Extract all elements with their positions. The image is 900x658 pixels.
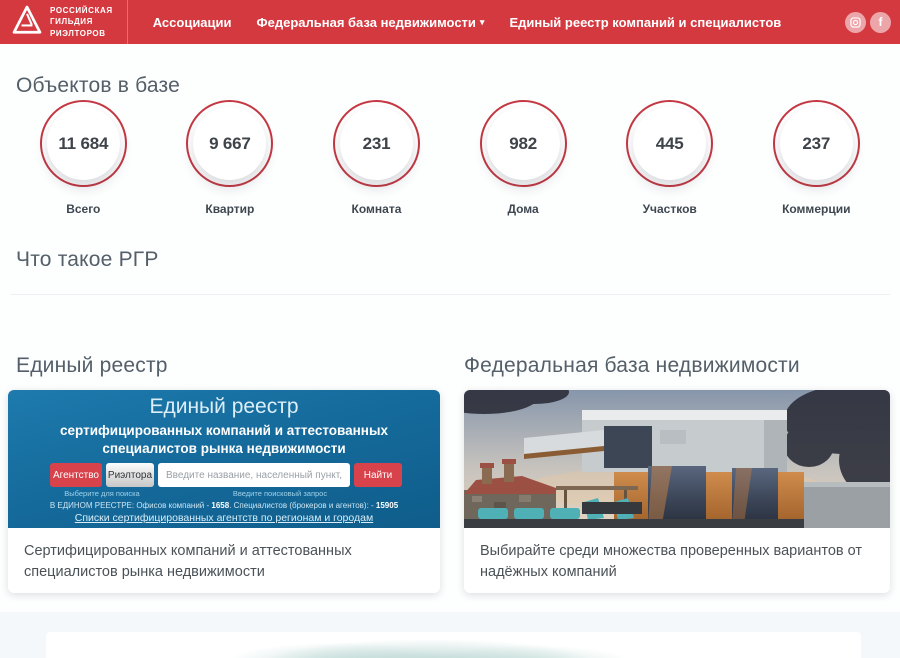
stat-total: 11 684 Всего: [10, 100, 157, 216]
form-hints: Выберите для поиска Введите поисковый за…: [50, 489, 402, 498]
page: РОССИЙСКАЯ ГИЛЬДИЯ РИЭЛТОРОВ Ассоциации …: [0, 0, 900, 658]
stat-label: Квартир: [205, 202, 254, 216]
stat-circle: 237: [773, 100, 860, 187]
stat-value: 237: [780, 107, 853, 180]
stats-row: 11 684 Всего 9 667 Квартир 231 Комната 9…: [10, 100, 890, 216]
stat-value: 445: [633, 107, 706, 180]
facebook-icon[interactable]: f: [870, 12, 891, 33]
stat-rooms: 231 Комната: [303, 100, 450, 216]
fdb-card: Выбирайте среди множества проверенных ва…: [464, 390, 890, 593]
logo-text: РОССИЙСКАЯ ГИЛЬДИЯ РИЭЛТОРОВ: [50, 5, 113, 40]
registry-search-input[interactable]: [158, 463, 350, 487]
certified-agencies-link[interactable]: Списки сертифицированных агентств по рег…: [8, 512, 440, 524]
registry-section-title: Единый реестр: [16, 354, 168, 378]
offices-count: 1658: [211, 501, 229, 510]
find-button[interactable]: Найти: [354, 463, 402, 487]
nav-item-federal-database[interactable]: Федеральная база недвижимости ▾: [257, 15, 485, 30]
instagram-icon[interactable]: [845, 12, 866, 33]
stat-label: Дома: [507, 202, 538, 216]
stat-apartments: 9 667 Квартир: [157, 100, 304, 216]
fdb-section-title: Федеральная база недвижимости: [464, 354, 800, 378]
map-panel: [46, 632, 861, 658]
agency-button[interactable]: Агентство: [50, 463, 102, 487]
buttons-hint: Выберите для поиска: [50, 489, 154, 498]
stat-value: 9 667: [193, 107, 266, 180]
input-hint: Введите поисковый запрос: [158, 489, 402, 498]
stat-houses: 982 Дома: [450, 100, 597, 216]
stat-value: 982: [487, 107, 560, 180]
stat-label: Комната: [352, 202, 402, 216]
stat-circle: 11 684: [40, 100, 127, 187]
stat-label: Участков: [643, 202, 697, 216]
registry-banner: Единый реестр сертифицированных компаний…: [8, 390, 440, 528]
stat-label: Всего: [66, 202, 100, 216]
house-photo: [464, 390, 890, 528]
rgr-logo-icon: [12, 5, 42, 40]
logo[interactable]: РОССИЙСКАЯ ГИЛЬДИЯ РИЭЛТОРОВ: [0, 0, 128, 44]
stat-value: 11 684: [47, 107, 120, 180]
stat-commercial: 237 Коммерции: [743, 100, 890, 216]
stat-label: Коммерции: [782, 202, 850, 216]
chevron-down-icon: ▾: [480, 17, 485, 28]
realtor-button[interactable]: Риэлтора: [106, 463, 154, 487]
stat-circle: 445: [626, 100, 713, 187]
stat-circle: 231: [333, 100, 420, 187]
registry-card: Единый реестр сертифицированных компаний…: [8, 390, 440, 593]
registry-search-form: Агентство Риэлтора Найти: [50, 463, 402, 487]
registry-banner-title: Единый реестр: [8, 390, 440, 419]
social-links: f: [845, 12, 891, 33]
nav-item-associations[interactable]: Ассоциации: [153, 15, 232, 30]
divider: [10, 294, 890, 295]
stat-circle: 9 667: [186, 100, 273, 187]
specialists-count: 15905: [376, 501, 398, 510]
about-section-title: Что такое РГР: [16, 248, 159, 272]
registry-banner-subtitle: сертифицированных компаний и аттестованн…: [8, 422, 440, 457]
registry-description: Сертифицированных компаний и аттестованн…: [8, 528, 440, 596]
stat-plots: 445 Участков: [596, 100, 743, 216]
navbar: РОССИЙСКАЯ ГИЛЬДИЯ РИЭЛТОРОВ Ассоциации …: [0, 0, 900, 44]
nav-item-unified-registry[interactable]: Единый реестр компаний и специалистов: [509, 15, 781, 30]
stat-circle: 982: [480, 100, 567, 187]
registry-counts: В ЕДИНОМ РЕЕСТРЕ: Офисов компаний - 1658…: [8, 501, 440, 510]
stats-section-title: Объектов в базе: [16, 74, 180, 98]
stat-value: 231: [340, 107, 413, 180]
fdb-description: Выбирайте среди множества проверенных ва…: [464, 528, 890, 596]
